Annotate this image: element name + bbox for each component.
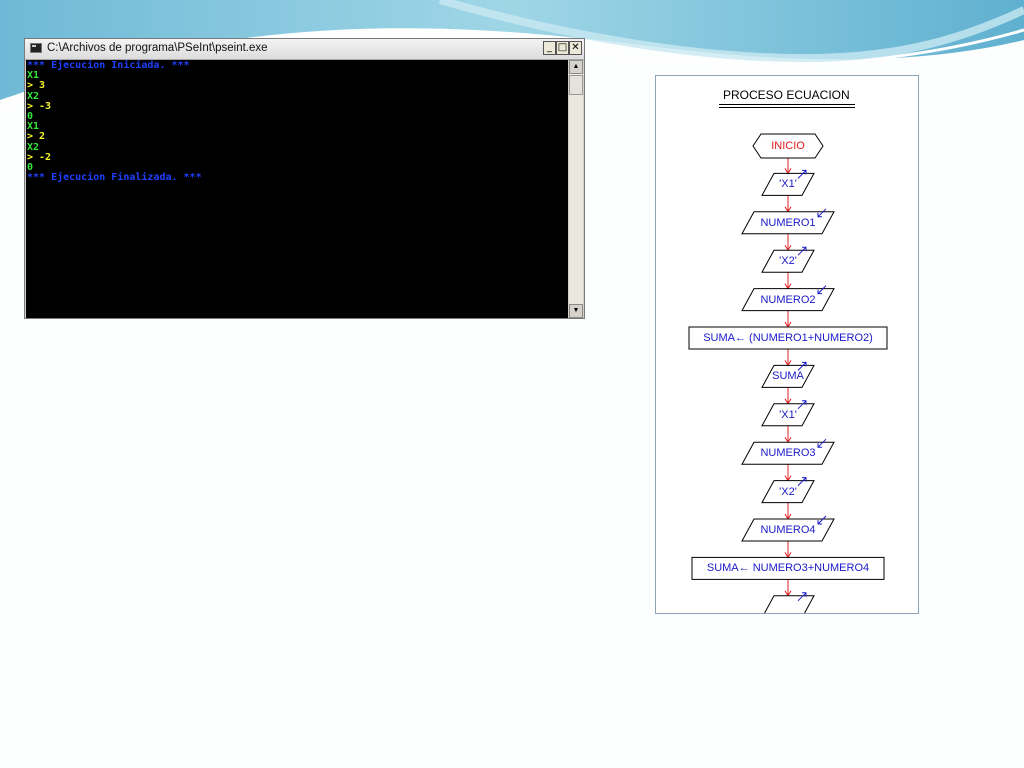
close-button[interactable]: ✕ [569,41,582,55]
minimize-button[interactable]: _ [543,41,556,55]
flowchart-title: PROCESO ECUACION [723,88,850,102]
flowchart-node-label: 'X1' [779,408,797,421]
console-line: *** Ejecucion Finalizada. *** [27,172,202,184]
console-output[interactable]: *** Ejecucion Iniciada. *** X1 > 3 X2 > -3 0 X… [26,60,568,318]
console-line: *** Ejecucion Iniciada. *** [27,60,190,71]
console-app-icon [30,43,42,53]
maximize-button[interactable]: □ [556,41,569,55]
console-line: > 3 [27,80,46,92]
flowchart-node-label: SUMA← NUMERO3+NUMERO4 [706,562,870,575]
flowchart-node-label: 'X1' [779,178,797,191]
console-window: C:\Archivos de programa\PSeInt\pseint.ex… [24,38,585,319]
vertical-scrollbar[interactable]: ▲ ▼ [569,60,583,318]
console-line: > 2 [27,131,46,143]
flowchart-node-label: NUMERO4 [760,524,816,536]
title-underline-double [719,107,855,108]
flowchart-node-label: SUMA [772,370,804,383]
scroll-thumb[interactable] [569,75,583,95]
window-title: C:\Archivos de programa\PSeInt\pseint.ex… [47,42,268,54]
flowchart-node-label: SUMA← (NUMERO1+NUMERO2) [703,332,873,344]
flowchart-node-label: 'X2' [779,485,797,498]
scroll-up-button[interactable]: ▲ [569,60,583,74]
flowchart-panel: PROCESO ECUACION INICIO 'X1' NUMERO1 'X2' NU… [655,75,919,614]
scroll-down-button[interactable]: ▼ [569,304,583,318]
flowchart-node-label: 'X2' [779,255,797,268]
title-underline [719,104,855,105]
flowchart-node-label: NUMERO2 [760,293,816,306]
flowchart-node-label: INICIO [771,140,805,152]
window-titlebar[interactable]: C:\Archivos de programa\PSeInt\pseint.ex… [25,39,584,60]
flowchart-node-label: NUMERO3 [760,447,816,460]
flowchart-node-label: NUMERO1 [760,216,816,229]
output-parallelogram-shape [764,595,815,613]
